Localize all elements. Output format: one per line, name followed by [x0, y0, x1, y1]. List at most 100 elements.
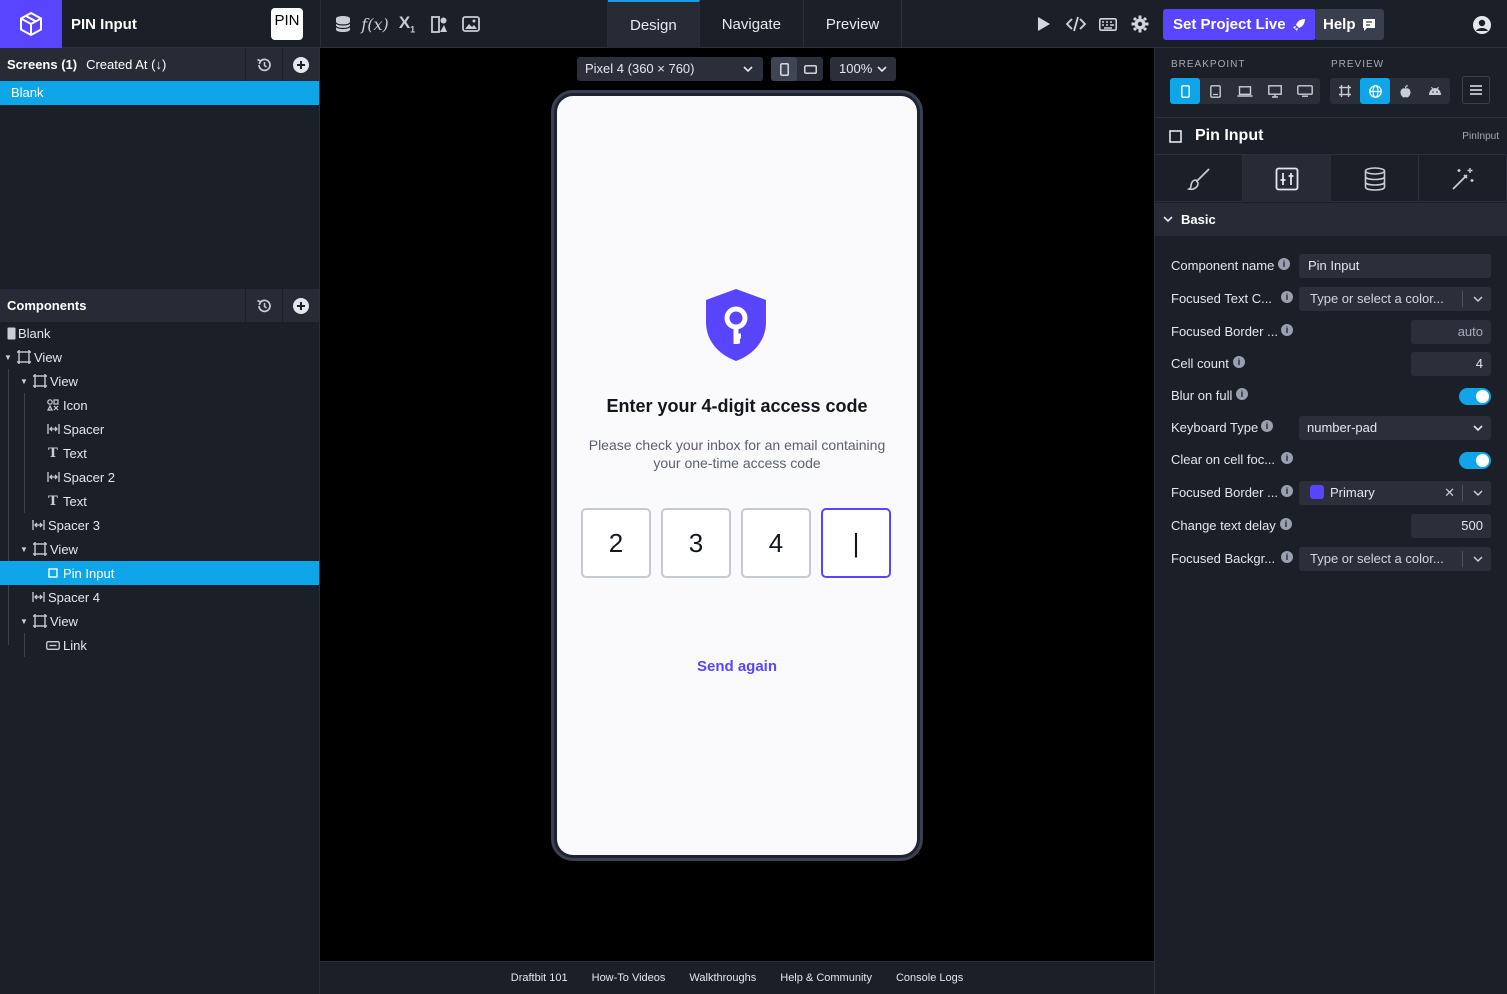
tab-navigate[interactable]: Navigate — [700, 0, 804, 48]
play-icon[interactable] — [1028, 8, 1060, 40]
tablet-icon[interactable] — [1200, 78, 1230, 104]
component-name-input[interactable]: Pin Input — [1299, 254, 1491, 278]
image-icon[interactable] — [455, 8, 487, 40]
info-icon[interactable]: i — [1233, 356, 1245, 368]
caret-down-icon[interactable]: ▼ — [20, 377, 30, 386]
pin-cell[interactable]: 4 — [741, 508, 811, 578]
send-again-link[interactable]: Send again — [557, 658, 917, 675]
laptop-icon[interactable] — [1230, 78, 1260, 104]
phone-icon[interactable] — [1170, 78, 1200, 104]
tree-item-view[interactable]: ▼ View — [0, 369, 319, 393]
prop-label: Clear on cell foc... — [1171, 452, 1276, 467]
tree-item-view[interactable]: ▼ View — [0, 537, 319, 561]
zoom-select[interactable]: 100% — [830, 57, 896, 81]
caret-down-icon[interactable]: ▼ — [4, 353, 14, 362]
tree-item-pin-input[interactable]: Pin Input — [0, 561, 319, 585]
tree-item-spacer-3[interactable]: Spacer 3 — [0, 513, 319, 537]
code-icon[interactable] — [1060, 8, 1092, 40]
footer-link-help-community[interactable]: Help & Community — [780, 972, 872, 984]
database-icon[interactable] — [327, 8, 359, 40]
basic-section-title: Basic — [1181, 212, 1216, 227]
project-title[interactable]: PIN Input — [71, 16, 137, 33]
info-icon[interactable]: i — [1281, 551, 1293, 563]
landscape-icon[interactable] — [797, 57, 823, 81]
tree-item-view[interactable]: ▼ View — [0, 345, 319, 369]
clear-on-cell-focus-toggle[interactable] — [1459, 452, 1491, 469]
info-icon[interactable]: i — [1280, 518, 1292, 530]
focused-border-width-input[interactable]: auto — [1411, 320, 1491, 344]
clear-icon[interactable]: ✕ — [1444, 481, 1455, 505]
info-icon[interactable]: i — [1278, 258, 1290, 270]
history-icon[interactable] — [245, 289, 282, 322]
device-select[interactable]: Pixel 4 (360 × 760) — [577, 57, 763, 81]
subscript-icon[interactable]: X1 — [391, 8, 423, 40]
wide-screen-icon[interactable] — [1290, 78, 1320, 104]
change-text-delay-input[interactable]: 500 — [1411, 514, 1491, 538]
caret-down-icon[interactable]: ▼ — [20, 545, 30, 554]
pin-input[interactable]: 2 3 4 | — [581, 508, 893, 578]
history-icon[interactable] — [245, 48, 282, 81]
tree-item-text[interactable]: T Text — [0, 441, 319, 465]
divider — [1462, 485, 1463, 501]
blur-on-full-toggle[interactable] — [1459, 388, 1491, 405]
caret-down-icon[interactable]: ▼ — [20, 617, 30, 626]
info-icon[interactable]: i — [1281, 291, 1293, 303]
help-button[interactable]: Help — [1315, 9, 1384, 40]
project-thumbnail[interactable]: PIN — [271, 8, 303, 40]
function-icon[interactable]: f(x) — [359, 8, 391, 40]
prop-label: Focused Backgr... — [1171, 551, 1276, 566]
draftbit-logo[interactable] — [0, 0, 62, 48]
tree-item-text[interactable]: T Text — [0, 489, 319, 513]
assets-icon[interactable] — [423, 8, 455, 40]
add-screen-button[interactable] — [282, 48, 319, 81]
pin-cell-focused[interactable]: | — [821, 508, 891, 578]
keyboard-icon[interactable] — [1092, 8, 1124, 40]
shield-key-icon[interactable] — [705, 288, 767, 367]
focused-text-color-select[interactable]: Type or select a color... — [1299, 287, 1491, 311]
footer-link-draftbit-101[interactable]: Draftbit 101 — [511, 972, 568, 984]
portrait-icon[interactable] — [771, 57, 797, 81]
footer-link-how-to-videos[interactable]: How-To Videos — [592, 972, 666, 984]
pin-cell[interactable]: 2 — [581, 508, 651, 578]
info-icon[interactable]: i — [1236, 388, 1248, 400]
focused-background-select[interactable]: Type or select a color... — [1299, 547, 1491, 571]
set-project-live-button[interactable]: Set Project Live — [1163, 9, 1316, 40]
info-icon[interactable]: i — [1281, 485, 1293, 497]
tree-item-spacer-4[interactable]: Spacer 4 — [0, 585, 319, 609]
tab-preview[interactable]: Preview — [804, 0, 903, 48]
cell-count-input[interactable]: 4 — [1411, 352, 1491, 376]
view-icon — [33, 614, 47, 628]
desktop-icon[interactable] — [1260, 78, 1290, 104]
user-avatar-icon[interactable] — [1472, 15, 1492, 40]
tree-item-view[interactable]: ▼ View — [0, 609, 319, 633]
hamburger-menu-icon[interactable] — [1462, 76, 1490, 104]
apple-icon[interactable] — [1390, 78, 1420, 104]
frame-icon[interactable] — [1330, 78, 1360, 104]
basic-section-header[interactable]: Basic — [1155, 203, 1507, 236]
add-component-button[interactable] — [282, 289, 319, 322]
focused-border-color-select[interactable]: Primary ✕ — [1299, 481, 1491, 505]
tab-style[interactable] — [1155, 155, 1243, 202]
footer-link-walkthroughs[interactable]: Walkthroughs — [689, 972, 756, 984]
pin-cell[interactable]: 3 — [661, 508, 731, 578]
info-icon[interactable]: i — [1261, 420, 1273, 432]
info-icon[interactable]: i — [1281, 452, 1293, 464]
tree-item-icon[interactable]: Icon — [0, 393, 319, 417]
footer-link-console-logs[interactable]: Console Logs — [896, 972, 963, 984]
tab-data[interactable] — [1331, 155, 1419, 202]
keyboard-type-select[interactable]: number-pad — [1299, 416, 1491, 440]
android-icon[interactable] — [1420, 78, 1450, 104]
components-header-wrap: Components — [0, 289, 319, 322]
tree-item-spacer[interactable]: Spacer — [0, 417, 319, 441]
gear-icon[interactable] — [1124, 8, 1156, 40]
info-icon[interactable]: i — [1281, 324, 1293, 336]
tree-item-spacer-2[interactable]: Spacer 2 — [0, 465, 319, 489]
screens-sort[interactable]: Created At (↓) — [86, 57, 166, 72]
tab-interactions[interactable] — [1419, 155, 1507, 202]
tab-config[interactable] — [1243, 155, 1331, 202]
screen-item-blank[interactable]: Blank — [0, 81, 319, 105]
tab-design[interactable]: Design — [608, 0, 700, 48]
tree-item-blank[interactable]: Blank — [0, 321, 319, 345]
tree-item-link[interactable]: Link — [0, 633, 319, 657]
globe-icon[interactable] — [1360, 78, 1390, 104]
